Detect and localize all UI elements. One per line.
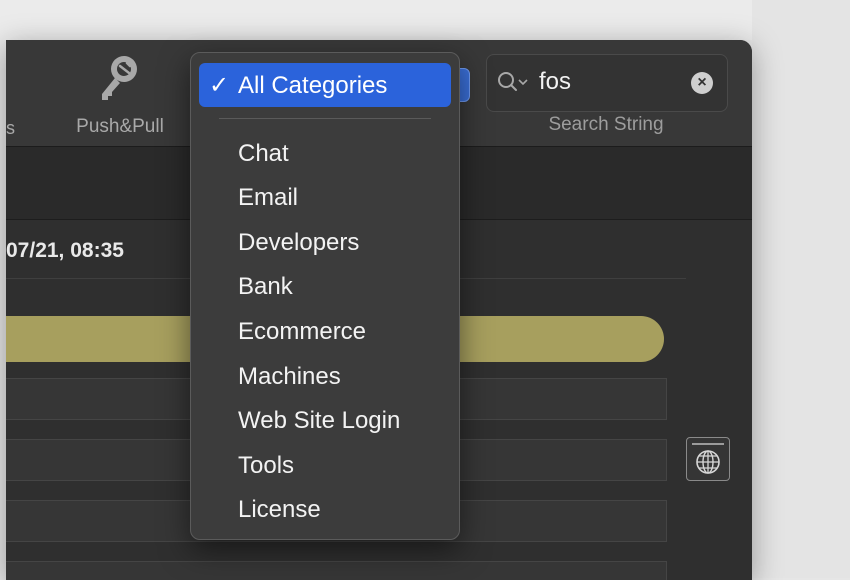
date-time-text: 07/21, 08:35 [6,239,124,262]
clear-icon[interactable]: × [691,72,713,94]
menu-item-bank[interactable]: Bank [238,273,293,301]
field-row[interactable] [6,561,667,580]
globe-window-icon [692,443,724,474]
open-website-button[interactable] [686,437,730,481]
checkmark-icon: ✓ [209,72,230,99]
toolbar-item-label-cut: s [6,118,15,138]
desktop-background-top [0,0,850,40]
menu-item-all-categories[interactable]: ✓ All Categories [199,63,451,107]
desktop-background-right [752,0,850,578]
menu-item-web-site-login[interactable]: Web Site Login [238,407,400,435]
search-field[interactable]: fos × [486,54,728,112]
category-dropdown-menu: ✓ All Categories Chat Email Developers B… [190,52,460,540]
menu-item-developers[interactable]: Developers [238,229,359,257]
menu-item-label: All Categories [238,72,388,99]
menu-item-license[interactable]: License [238,496,321,524]
search-icon [498,72,528,91]
menu-item-tools[interactable]: Tools [238,452,294,480]
key-push-pull-icon [102,56,137,100]
search-input[interactable]: fos [539,68,571,96]
menu-item-machines[interactable]: Machines [238,363,341,391]
search-field-label: Search String [548,114,664,135]
push-pull-label: Push&Pull [76,116,164,137]
menu-separator [219,118,431,119]
menu-item-ecommerce[interactable]: Ecommerce [238,318,366,346]
menu-item-email[interactable]: Email [238,184,298,212]
push-pull-button[interactable]: Push&Pull [60,52,180,142]
menu-item-chat[interactable]: Chat [238,140,289,168]
